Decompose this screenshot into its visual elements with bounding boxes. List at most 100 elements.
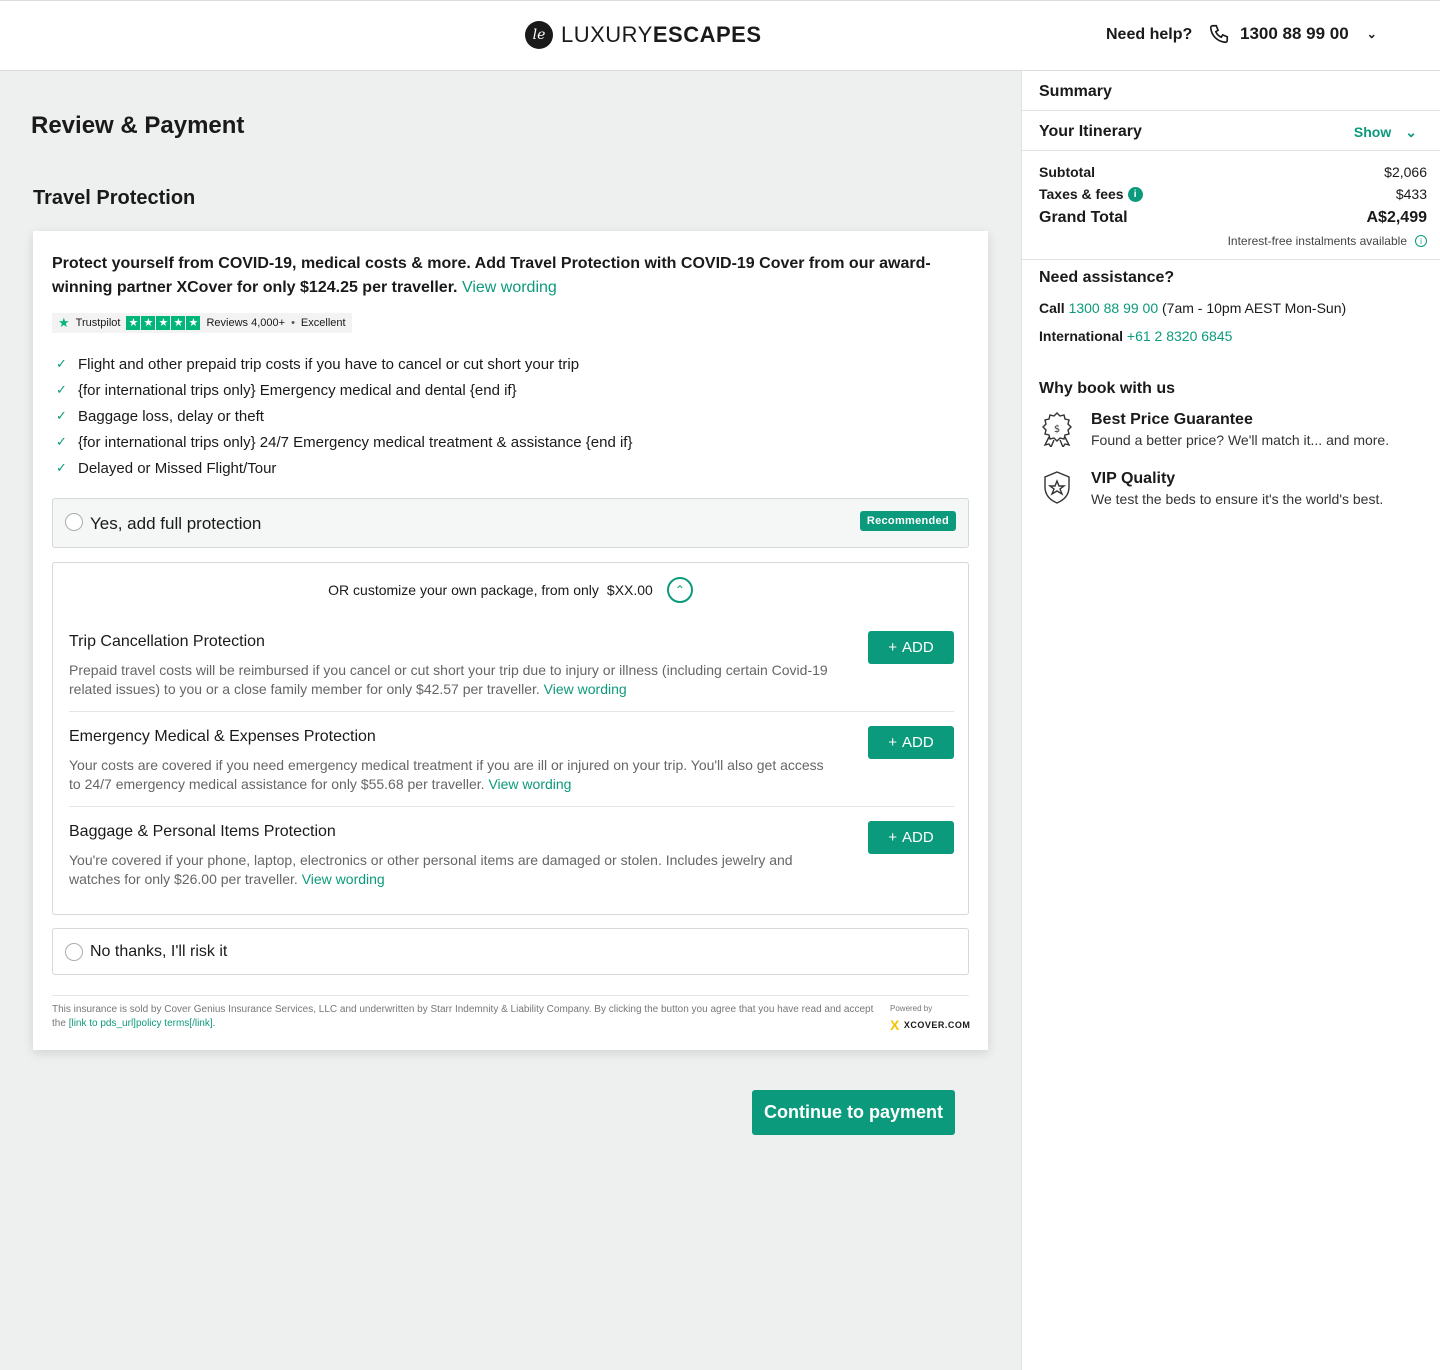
grand-total-row: Grand Total A$2,499 bbox=[1039, 206, 1427, 230]
coverage-view-wording-link[interactable]: View wording bbox=[302, 871, 385, 887]
coverage-divider bbox=[69, 711, 954, 712]
grand-total-label: Grand Total bbox=[1039, 209, 1128, 226]
coverage-baggage: Baggage & Personal Items Protection You'… bbox=[69, 821, 954, 889]
taxes-row: Taxes & fees i $433 bbox=[1039, 183, 1427, 205]
section-title: Travel Protection bbox=[33, 187, 196, 209]
why-item-desc: Found a better price? We'll match it... … bbox=[1091, 432, 1390, 448]
logo-text: LUXURYESCAPES bbox=[561, 22, 762, 48]
why-item-desc: We test the beds to ensure it's the worl… bbox=[1091, 491, 1384, 507]
international-number-link[interactable]: +61 2 8320 6845 bbox=[1127, 328, 1233, 344]
price-totals: Subtotal $2,066 Taxes & fees i $433 Grand… bbox=[1039, 161, 1427, 230]
legal-disclaimer: This insurance is sold by Cover Genius I… bbox=[52, 1003, 882, 1031]
itinerary-show-toggle[interactable]: Show ⌄ bbox=[1354, 124, 1417, 141]
need-help-label: Need help? bbox=[1106, 26, 1193, 43]
subtotal-label: Subtotal bbox=[1039, 164, 1095, 180]
coverage-view-wording-link[interactable]: View wording bbox=[488, 776, 571, 792]
luxury-escapes-logo[interactable]: le LUXURYESCAPES bbox=[525, 21, 762, 49]
info-outline-icon[interactable]: i bbox=[1415, 235, 1427, 247]
info-icon[interactable]: i bbox=[1127, 187, 1143, 203]
add-button-label: ADD bbox=[902, 829, 934, 846]
taxes-value: $433 bbox=[1395, 186, 1427, 202]
plus-icon: + bbox=[888, 639, 898, 656]
order-summary-sidebar: Summary Your Itinerary Show ⌄ Subtotal $… bbox=[1021, 71, 1440, 1370]
custom-package-price: $XX.00 bbox=[606, 582, 653, 598]
feature-text: {for international trips only} Emergency… bbox=[78, 381, 517, 399]
powered-by-label: Powered by bbox=[890, 1004, 933, 1013]
continue-to-payment-button[interactable]: Continue to payment bbox=[752, 1090, 955, 1135]
call-number-link[interactable]: 1300 88 99 00 bbox=[1069, 300, 1159, 316]
trustpilot-stars: ★ ★ ★ ★ ★ bbox=[126, 316, 201, 330]
page-title: Review & Payment bbox=[31, 112, 245, 139]
call-label: Call bbox=[1039, 300, 1065, 316]
xcover-logo: X XCOVER.COM bbox=[890, 1017, 970, 1033]
trustpilot-rating[interactable]: ★ Trustpilot ★ ★ ★ ★ ★ Reviews 4,000+ • Exce… bbox=[52, 313, 352, 333]
trustpilot-star-icon: ★ bbox=[58, 315, 70, 330]
svg-text:$: $ bbox=[1054, 424, 1060, 435]
sidebar-divider bbox=[1022, 259, 1440, 260]
custom-package-heading: OR customize your own package, from only bbox=[328, 582, 599, 598]
feature-text: Delayed or Missed Flight/Tour bbox=[78, 459, 277, 477]
instalments-text: Interest-free instalments available bbox=[1227, 234, 1407, 248]
chevron-down-icon: ⌄ bbox=[1405, 124, 1417, 140]
collapse-chevron-up-icon[interactable]: ⌃ bbox=[666, 577, 693, 603]
plus-icon: + bbox=[888, 734, 898, 751]
add-baggage-button[interactable]: + ADD bbox=[868, 821, 954, 854]
coverage-title: Emergency Medical & Expenses Protection bbox=[69, 728, 376, 745]
protection-intro: Protect yourself from COVID-19, medical … bbox=[52, 252, 932, 300]
check-icon: ✓ bbox=[56, 460, 67, 475]
coverage-emergency-medical: Emergency Medical & Expenses Protection … bbox=[69, 726, 954, 794]
logo-text-bold: ESCAPES bbox=[652, 22, 762, 47]
add-trip-cancellation-button[interactable]: + ADD bbox=[868, 631, 954, 664]
feature-item: ✓ {for international trips only} Emergenc… bbox=[56, 377, 632, 403]
site-header: le LUXURYESCAPES Need help? 1300 88 99 0… bbox=[0, 0, 1440, 71]
coverage-description: Prepaid travel costs will be reimbursed … bbox=[69, 661, 829, 699]
recommended-badge: Recommended bbox=[859, 511, 956, 531]
coverage-description: Your costs are covered if you need emerg… bbox=[69, 756, 829, 794]
trustpilot-brand: Trustpilot bbox=[75, 317, 121, 329]
policy-terms-link[interactable]: [link to pds_url]policy terms[/link]. bbox=[69, 1018, 216, 1029]
assistance-title: Need assistance? bbox=[1039, 269, 1175, 286]
check-icon: ✓ bbox=[56, 434, 67, 449]
star-icon: ★ bbox=[186, 316, 201, 330]
option-add-full-protection[interactable]: Yes, add full protection Recommended bbox=[52, 498, 969, 548]
custom-package-panel: OR customize your own package, from only… bbox=[52, 562, 969, 915]
feature-text: Baggage loss, delay or theft bbox=[78, 407, 264, 425]
no-thanks-radio[interactable] bbox=[65, 943, 83, 961]
add-button-label: ADD bbox=[902, 734, 934, 751]
show-label: Show bbox=[1353, 124, 1392, 140]
logo-text-light: LUXURY bbox=[561, 22, 653, 47]
coverage-view-wording-link[interactable]: View wording bbox=[544, 681, 627, 697]
feature-list: ✓ Flight and other prepaid trip costs if … bbox=[56, 351, 632, 481]
custom-package-header[interactable]: OR customize your own package, from only… bbox=[53, 577, 968, 603]
price-badge-icon: $ bbox=[1042, 412, 1072, 447]
add-emergency-medical-button[interactable]: + ADD bbox=[868, 726, 954, 759]
xcover-brand: XCOVER.COM bbox=[903, 1020, 971, 1030]
logo-mark-icon: le bbox=[525, 21, 553, 49]
star-icon: ★ bbox=[126, 316, 141, 330]
feature-text: {for international trips only} 24/7 Emer… bbox=[78, 433, 633, 451]
coverage-description-text: Prepaid travel costs will be reimbursed … bbox=[69, 662, 828, 697]
option-no-thanks[interactable]: No thanks, I'll risk it bbox=[52, 928, 969, 975]
header-phone-dropdown[interactable]: 1300 88 99 00 ⌄ bbox=[1208, 23, 1377, 45]
phone-icon bbox=[1209, 24, 1229, 44]
trustpilot-rating-label: Excellent bbox=[300, 317, 346, 329]
feature-item: ✓ Flight and other prepaid trip costs if … bbox=[56, 351, 632, 377]
coverage-description: You're covered if your phone, laptop, el… bbox=[69, 851, 829, 889]
feature-text: Flight and other prepaid trip costs if y… bbox=[78, 355, 580, 373]
call-line: Call 1300 88 99 00 (7am - 10pm AEST Mon-… bbox=[1039, 300, 1346, 316]
star-icon: ★ bbox=[171, 316, 186, 330]
intro-view-wording-link[interactable]: View wording bbox=[462, 279, 557, 296]
xcover-x-icon: X bbox=[890, 1017, 900, 1033]
summary-header: Summary bbox=[1022, 71, 1440, 111]
why-item-title: VIP Quality bbox=[1091, 470, 1176, 487]
coverage-divider bbox=[69, 806, 954, 807]
full-protection-label: Yes, add full protection bbox=[90, 514, 262, 533]
plus-icon: + bbox=[888, 829, 898, 846]
check-icon: ✓ bbox=[56, 356, 67, 371]
feature-item: ✓ Baggage loss, delay or theft bbox=[56, 403, 632, 429]
no-thanks-label: No thanks, I'll risk it bbox=[90, 943, 228, 960]
coverage-description-text: Your costs are covered if you need emerg… bbox=[69, 757, 824, 792]
itinerary-row[interactable]: Your Itinerary Show ⌄ bbox=[1022, 111, 1440, 151]
coverage-trip-cancellation: Trip Cancellation Protection Prepaid tra… bbox=[69, 631, 954, 699]
full-protection-radio[interactable] bbox=[65, 513, 83, 531]
